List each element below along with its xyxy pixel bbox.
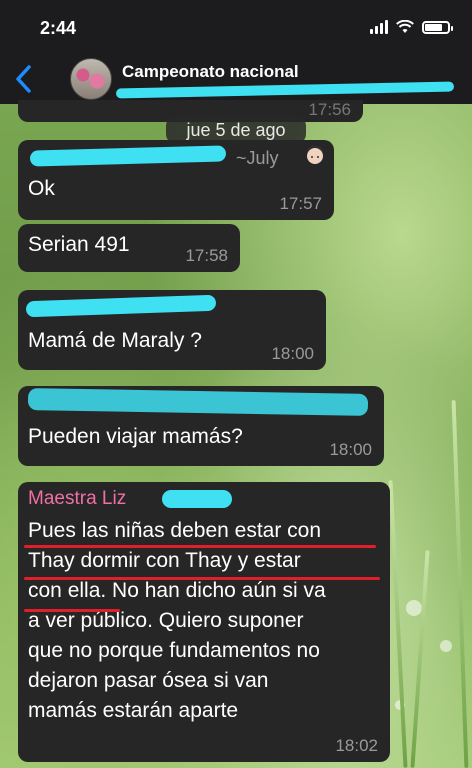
battery-icon (422, 20, 453, 34)
message-line: con ella. No han dicho aún si va (28, 579, 326, 602)
message-time: 17:58 (185, 246, 228, 265)
message-line: mamás estarán aparte (28, 699, 239, 722)
wallpaper-grass (410, 550, 430, 768)
message-time: 17:57 (279, 194, 322, 213)
wallpaper-grass (388, 480, 408, 768)
wallpaper-bokeh (440, 640, 452, 652)
message-line: dejaron pasar ósea si van (28, 669, 269, 692)
message-text: Serian 491 (28, 233, 130, 256)
status-bar: 2:44 (0, 0, 472, 52)
message-line: Pues las niñas deben estar con (28, 519, 322, 542)
group-title[interactable]: Campeonato nacional (122, 62, 299, 82)
wallpaper-grass (451, 400, 469, 768)
message-time: 17:56 (308, 100, 351, 119)
message-text: Mamá de Maraly ? (28, 329, 202, 352)
woman-emoji-icon (307, 146, 323, 164)
message-line: Thay dormir con Thay y estar (28, 549, 301, 572)
message-line: que no porque fundamentos no (28, 639, 320, 662)
chat-header: Campeonato nacional (0, 52, 472, 104)
message-time: 18:00 (271, 344, 314, 363)
red-underline (24, 609, 120, 612)
sender-name: Maestra Liz (28, 488, 127, 509)
wifi-icon (396, 20, 414, 33)
red-underline (24, 545, 376, 548)
message-bubble[interactable]: Serian 491 17:58 (18, 224, 240, 272)
redaction-scribble (115, 81, 455, 99)
group-avatar[interactable] (70, 58, 112, 100)
redaction-scribble (162, 490, 232, 508)
cellular-signal-icon (370, 20, 388, 34)
status-time: 2:44 (40, 18, 77, 38)
message-text: Ok (28, 177, 55, 200)
message-text: Pueden viajar mamás? (28, 425, 243, 448)
wallpaper-bokeh (406, 600, 422, 616)
sender-nickname: ~July (236, 148, 279, 168)
message-bubble[interactable]: Maestra Liz Pues las niñas deben estar c… (18, 482, 390, 762)
message-time: 18:00 (329, 440, 372, 459)
status-icons (370, 20, 453, 34)
back-chevron-icon[interactable] (14, 64, 34, 94)
red-underline (24, 577, 380, 580)
message-time: 18:02 (335, 736, 378, 755)
